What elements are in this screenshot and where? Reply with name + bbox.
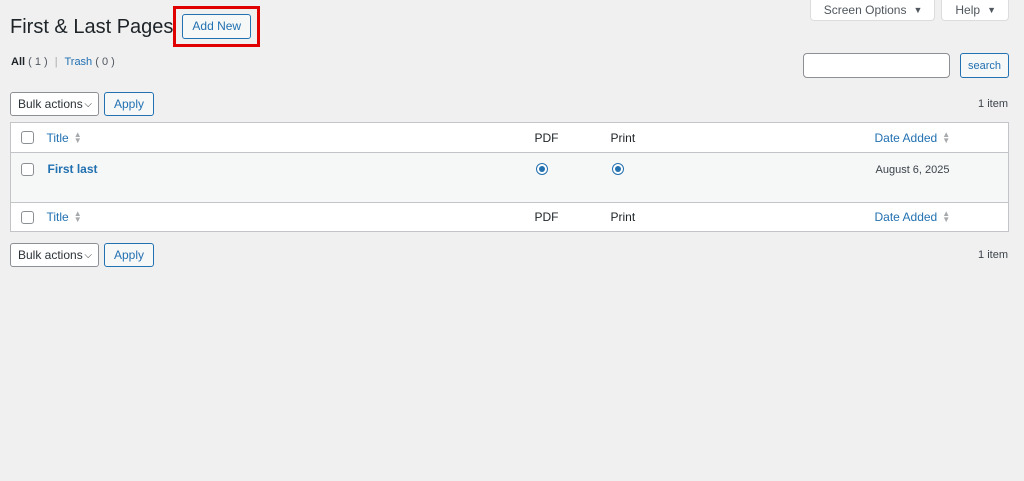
view-trash-count: ( 0 ): [95, 56, 115, 68]
view-all-label: All: [11, 56, 26, 68]
select-all-cell-footer: [11, 203, 47, 232]
table-footer-row: Title ▲ ▼ PDF Print Date Added ▲ ▼: [10, 202, 1009, 232]
column-title-footer-label: Title: [46, 210, 69, 224]
apply-button-bottom[interactable]: Apply: [104, 243, 155, 267]
select-all-checkbox-footer[interactable]: [21, 210, 34, 224]
row-checkbox[interactable]: [21, 163, 34, 176]
view-trash[interactable]: Trash ( 0 ): [64, 56, 114, 68]
select-all-cell: [11, 123, 47, 153]
search-input[interactable]: [802, 53, 950, 78]
column-date-added[interactable]: Date Added ▲ ▼: [875, 123, 1009, 153]
chevron-down-icon: ⌵: [84, 98, 92, 110]
page-title: First & Last Pages: [10, 15, 174, 38]
sort-icon: ▲ ▼: [942, 129, 951, 145]
bulk-actions-select-bottom[interactable]: Bulk actions ⌵: [10, 243, 99, 267]
apply-button[interactable]: Apply: [104, 92, 155, 116]
column-print: Print: [610, 130, 636, 145]
title-row: First & Last Pages Add New: [10, 6, 261, 47]
print-radio[interactable]: [611, 163, 624, 175]
view-trash-label: Trash: [64, 56, 93, 68]
column-date-added-label: Date Added: [874, 130, 938, 145]
view-all-count: ( 1 ): [28, 56, 48, 68]
row-title-link[interactable]: First last: [48, 162, 98, 176]
row-date-cell: August 6, 2025: [875, 153, 1009, 203]
tablenav-bottom: Bulk actions ⌵ Apply 1 item: [10, 243, 1009, 267]
search-button[interactable]: search: [959, 53, 1009, 78]
row-date-added: August 6, 2025: [875, 164, 950, 176]
column-pdf: PDF: [534, 130, 559, 145]
pages-table: Title ▲ ▼ PDF Print Date Added ▲ ▼ First las…: [10, 122, 1009, 232]
sort-icon: ▲ ▼: [73, 209, 82, 224]
tablenav-top: Bulk actions ⌵ Apply 1 item: [10, 92, 1009, 116]
select-all-checkbox[interactable]: [21, 131, 34, 144]
bulk-actions-group-bottom: Bulk actions ⌵ Apply: [10, 243, 155, 267]
row-title-cell: First last: [47, 153, 535, 203]
add-new-button[interactable]: Add New: [182, 14, 252, 39]
row-print-cell: [611, 153, 875, 203]
status-views: All ( 1 ) | Trash ( 0 ): [11, 56, 115, 68]
help-label: Help: [955, 3, 981, 17]
column-date-added-footer-label: Date Added: [874, 210, 938, 224]
view-all[interactable]: All ( 1 ): [11, 56, 48, 68]
bulk-actions-label: Bulk actions: [18, 97, 83, 111]
pdf-radio[interactable]: [535, 163, 548, 175]
column-print-footer: Print: [610, 210, 636, 224]
caret-down-icon: ▼: [913, 5, 923, 15]
table-header-row: Title ▲ ▼ PDF Print Date Added ▲ ▼: [10, 123, 1009, 153]
view-separator: |: [54, 56, 58, 68]
row-pdf-cell: [535, 153, 611, 203]
column-pdf-footer: PDF: [534, 210, 559, 224]
items-count-bottom: 1 item: [978, 249, 1008, 261]
items-count: 1 item: [978, 98, 1008, 110]
screen-options-button[interactable]: Screen Options ▼: [809, 0, 936, 21]
chevron-down-icon: ⌵: [84, 249, 92, 261]
screen-meta-links: Screen Options ▼ Help ▼: [809, 0, 1009, 21]
column-title[interactable]: Title ▲ ▼: [47, 123, 535, 153]
bulk-actions-select[interactable]: Bulk actions ⌵: [10, 92, 99, 116]
row-checkbox-cell: [11, 153, 47, 203]
admin-page: Screen Options ▼ Help ▼ First & Last Pag…: [0, 0, 1024, 481]
sort-icon: ▲ ▼: [73, 129, 82, 145]
column-date-added-footer[interactable]: Date Added ▲ ▼: [875, 203, 1009, 232]
search-box: search: [802, 53, 1009, 78]
highlight-annotation: Add New: [173, 6, 261, 47]
caret-down-icon: ▼: [987, 5, 996, 15]
bulk-actions-group: Bulk actions ⌵ Apply: [10, 92, 155, 116]
column-title-label: Title: [46, 130, 69, 145]
table-row: First last August 6, 2025: [10, 152, 1009, 203]
screen-options-label: Screen Options: [823, 3, 907, 17]
help-button[interactable]: Help ▼: [941, 0, 1009, 21]
column-title-footer[interactable]: Title ▲ ▼: [47, 203, 535, 232]
sort-icon: ▲ ▼: [942, 209, 951, 224]
bulk-actions-label-bottom: Bulk actions: [18, 248, 83, 262]
